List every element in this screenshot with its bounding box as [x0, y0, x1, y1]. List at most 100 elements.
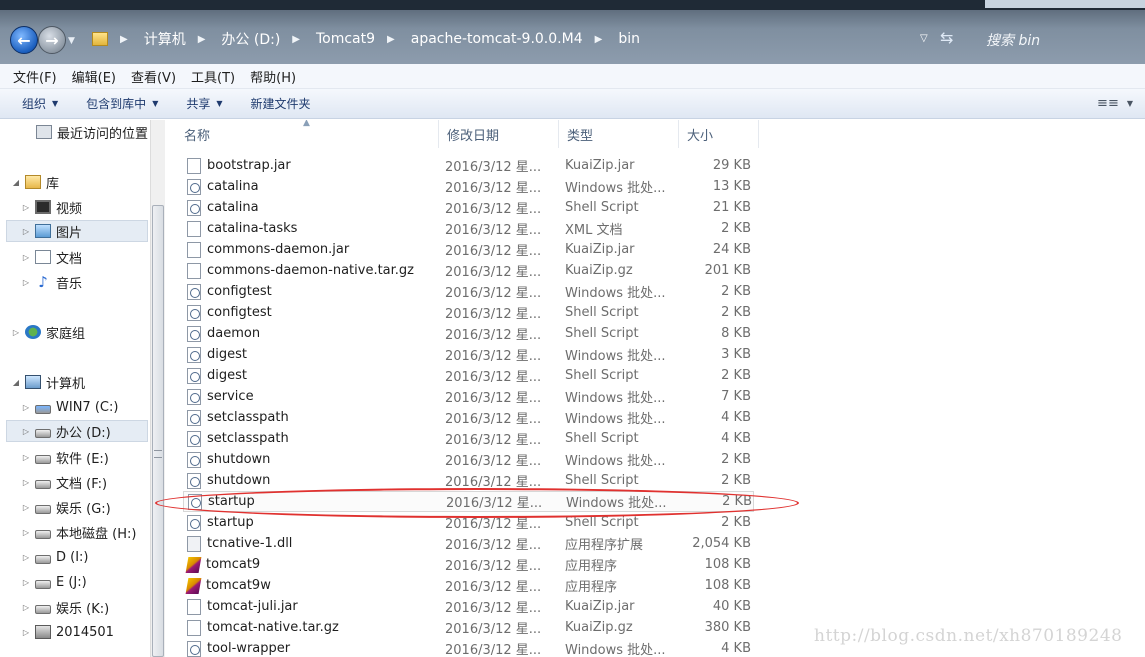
file-size: 2 KB — [721, 515, 751, 530]
include-in-library-button[interactable]: 包含到库中 ▼ — [86, 95, 158, 112]
file-row[interactable]: tomcat9w 2016/3/12 星... 应用程序 108 KB — [183, 575, 754, 596]
expand-arrow-icon[interactable]: ▷ — [21, 203, 31, 212]
file-row[interactable]: tomcat9 2016/3/12 星... 应用程序 108 KB — [183, 554, 754, 575]
file-row[interactable]: setclasspath 2016/3/12 星... Shell Script 4 … — [183, 428, 754, 449]
file-row[interactable]: configtest 2016/3/12 星... Shell Script 2 KB — [183, 302, 754, 323]
column-header-name[interactable]: 名称 — [176, 120, 439, 148]
file-row[interactable]: catalina 2016/3/12 星... Shell Script 21 KB — [183, 197, 754, 218]
sidebar-item-library[interactable]: ◢ 库 — [11, 171, 59, 193]
file-row[interactable]: catalina 2016/3/12 星... Windows 批处... 13 KB — [183, 176, 754, 197]
file-row[interactable]: configtest 2016/3/12 星... Windows 批处... 2 K… — [183, 281, 754, 302]
sidebar-drive-h[interactable]: ▷ 本地磁盘 (H:) — [21, 521, 137, 543]
recent-pages-dropdown[interactable]: ▼ — [68, 36, 75, 46]
file-date: 2016/3/12 星... — [445, 286, 542, 301]
breadcrumb-bin[interactable]: bin — [618, 31, 640, 47]
sidebar-drive-i[interactable]: ▷ D (I:) — [21, 546, 89, 568]
file-row[interactable]: daemon 2016/3/12 星... Shell Script 8 KB — [183, 323, 754, 344]
search-input[interactable]: 搜索 bin — [966, 26, 1145, 54]
breadcrumb-drive-d[interactable]: 办公 (D:) ▶ — [221, 29, 316, 49]
sidebar-item-documents[interactable]: ▷ 文档 — [21, 246, 82, 268]
file-row[interactable]: catalina-tasks 2016/3/12 星... XML 文档 2 KB — [183, 218, 754, 239]
refresh-icon[interactable]: ⇆ — [940, 28, 953, 47]
sidebar-drive-f[interactable]: ▷ 文档 (F:) — [21, 471, 107, 493]
sidebar-drive-e[interactable]: ▷ 软件 (E:) — [21, 446, 109, 468]
expand-arrow-icon[interactable]: ▷ — [21, 427, 31, 436]
share-button[interactable]: 共享 ▼ — [186, 95, 222, 112]
sidebar-item-videos[interactable]: ▷ 视频 — [21, 196, 82, 218]
expand-arrow-icon[interactable]: ▷ — [21, 503, 31, 512]
address-bar[interactable]: ▶ 计算机 ▶ 办公 (D:) ▶ Tomcat9 ▶ apache-tomcat-9… — [84, 24, 974, 54]
expand-arrow-icon[interactable]: ▷ — [21, 528, 31, 537]
sidebar-drive-d[interactable]: ▷ 办公 (D:) — [6, 420, 148, 442]
expand-arrow-icon[interactable]: ▷ — [21, 578, 31, 587]
column-header-date[interactable]: 修改日期 — [439, 120, 559, 148]
expand-arrow-icon[interactable]: ▷ — [21, 603, 31, 612]
file-row[interactable]: tomcat-juli.jar 2016/3/12 星... KuaiZip.jar… — [183, 596, 754, 617]
expand-arrow-icon[interactable]: ▷ — [21, 628, 31, 637]
file-row[interactable]: startup 2016/3/12 星... Shell Script 2 KB — [183, 512, 754, 533]
file-row[interactable]: setclasspath 2016/3/12 星... Windows 批处... 4… — [183, 407, 754, 428]
sidebar-scrollbar[interactable] — [150, 120, 165, 657]
file-row[interactable]: startup 2016/3/12 星... Windows 批处... 2 KB — [183, 491, 754, 512]
breadcrumb-sep-root[interactable]: ▶ — [120, 34, 144, 45]
file-row[interactable]: tcnative-1.dll 2016/3/12 星... 应用程序扩展 2,054 … — [183, 533, 754, 554]
expand-arrow-icon[interactable]: ▷ — [21, 553, 31, 562]
forward-button[interactable]: → — [38, 26, 66, 54]
expand-arrow-icon[interactable]: ▷ — [21, 278, 31, 287]
expand-arrow-icon[interactable]: ▷ — [21, 478, 31, 487]
file-date: 2016/3/12 星... — [445, 181, 542, 196]
address-dropdown-icon[interactable]: ▽ — [920, 33, 928, 44]
sidebar-drive-c[interactable]: ▷ WIN7 (C:) — [21, 396, 119, 418]
file-row[interactable]: shutdown 2016/3/12 星... Windows 批处... 2 KB — [183, 449, 754, 470]
sidebar-drive-g[interactable]: ▷ 娱乐 (G:) — [21, 496, 111, 518]
window-controls[interactable] — [985, 0, 1145, 8]
expand-arrow-icon[interactable]: ▷ — [21, 253, 31, 262]
file-type: 应用程序扩展 — [565, 538, 644, 553]
organize-button[interactable]: 组织 ▼ — [22, 95, 58, 112]
sidebar-network-2014501[interactable]: ▷ 2014501 — [21, 621, 114, 643]
column-header-type[interactable]: 类型 — [559, 120, 679, 148]
new-folder-button[interactable]: 新建文件夹 — [251, 95, 311, 112]
breadcrumb-computer[interactable]: 计算机 ▶ — [144, 29, 222, 49]
drive-icon — [35, 504, 51, 514]
scrollbar-thumb[interactable] — [152, 205, 164, 657]
breadcrumb-tomcat9[interactable]: Tomcat9 ▶ — [316, 31, 411, 47]
file-row[interactable]: shutdown 2016/3/12 星... Shell Script 2 KB — [183, 470, 754, 491]
menu-edit[interactable]: 编辑(E) — [72, 67, 116, 86]
collapse-arrow-icon[interactable]: ◢ — [11, 378, 21, 387]
sidebar-item-computer[interactable]: ◢ 计算机 — [11, 371, 85, 393]
sidebar-item-music[interactable]: ▷ ♪ 音乐 — [21, 271, 82, 293]
sidebar-item-homegroup[interactable]: ▷ 家庭组 — [11, 321, 85, 343]
menu-file[interactable]: 文件(F) — [13, 67, 57, 86]
file-row[interactable]: digest 2016/3/12 星... Shell Script 2 KB — [183, 365, 754, 386]
collapse-arrow-icon[interactable]: ◢ — [11, 178, 21, 187]
expand-arrow-icon[interactable]: ▷ — [21, 227, 31, 236]
file-name: shutdown — [207, 473, 271, 488]
drive-icon — [35, 479, 51, 489]
script-file-icon — [187, 514, 201, 531]
file-row[interactable]: service 2016/3/12 星... Windows 批处... 7 KB — [183, 386, 754, 407]
expand-arrow-icon[interactable]: ▷ — [11, 328, 21, 337]
expand-arrow-icon[interactable]: ▷ — [21, 453, 31, 462]
expand-arrow-icon[interactable]: ▷ — [21, 403, 31, 412]
menu-help[interactable]: 帮助(H) — [250, 67, 296, 86]
file-row[interactable]: tomcat-native.tar.gz 2016/3/12 星... KuaiZi… — [183, 617, 754, 638]
sidebar-drive-j[interactable]: ▷ E (J:) — [21, 571, 87, 593]
file-name: catalina-tasks — [207, 221, 298, 236]
file-row[interactable]: bootstrap.jar 2016/3/12 星... KuaiZip.jar 29… — [183, 155, 754, 176]
window-top-strip — [0, 0, 1145, 10]
menu-view[interactable]: 查看(V) — [131, 67, 176, 86]
menu-tools[interactable]: 工具(T) — [191, 67, 235, 86]
file-row[interactable]: commons-daemon.jar 2016/3/12 星... KuaiZip.… — [183, 239, 754, 260]
column-header-size[interactable]: 大小 — [679, 120, 759, 148]
sidebar-item-recent[interactable]: 最近访问的位置 — [22, 121, 148, 143]
sidebar-item-pictures[interactable]: ▷ 图片 — [6, 220, 148, 242]
sidebar-drive-k[interactable]: ▷ 娱乐 (K:) — [21, 596, 109, 618]
file-size: 3 KB — [721, 347, 751, 362]
back-button[interactable]: ← — [10, 26, 38, 54]
breadcrumb-apache-tomcat[interactable]: apache-tomcat-9.0.0.M4 ▶ — [411, 31, 619, 47]
file-row[interactable]: tool-wrapper 2016/3/12 星... Windows 批处... 4… — [183, 638, 754, 657]
file-row[interactable]: digest 2016/3/12 星... Windows 批处... 3 KB — [183, 344, 754, 365]
change-view-button[interactable]: ≡≡ ▼ — [1097, 96, 1133, 111]
file-row[interactable]: commons-daemon-native.tar.gz 2016/3/12 星.… — [183, 260, 754, 281]
